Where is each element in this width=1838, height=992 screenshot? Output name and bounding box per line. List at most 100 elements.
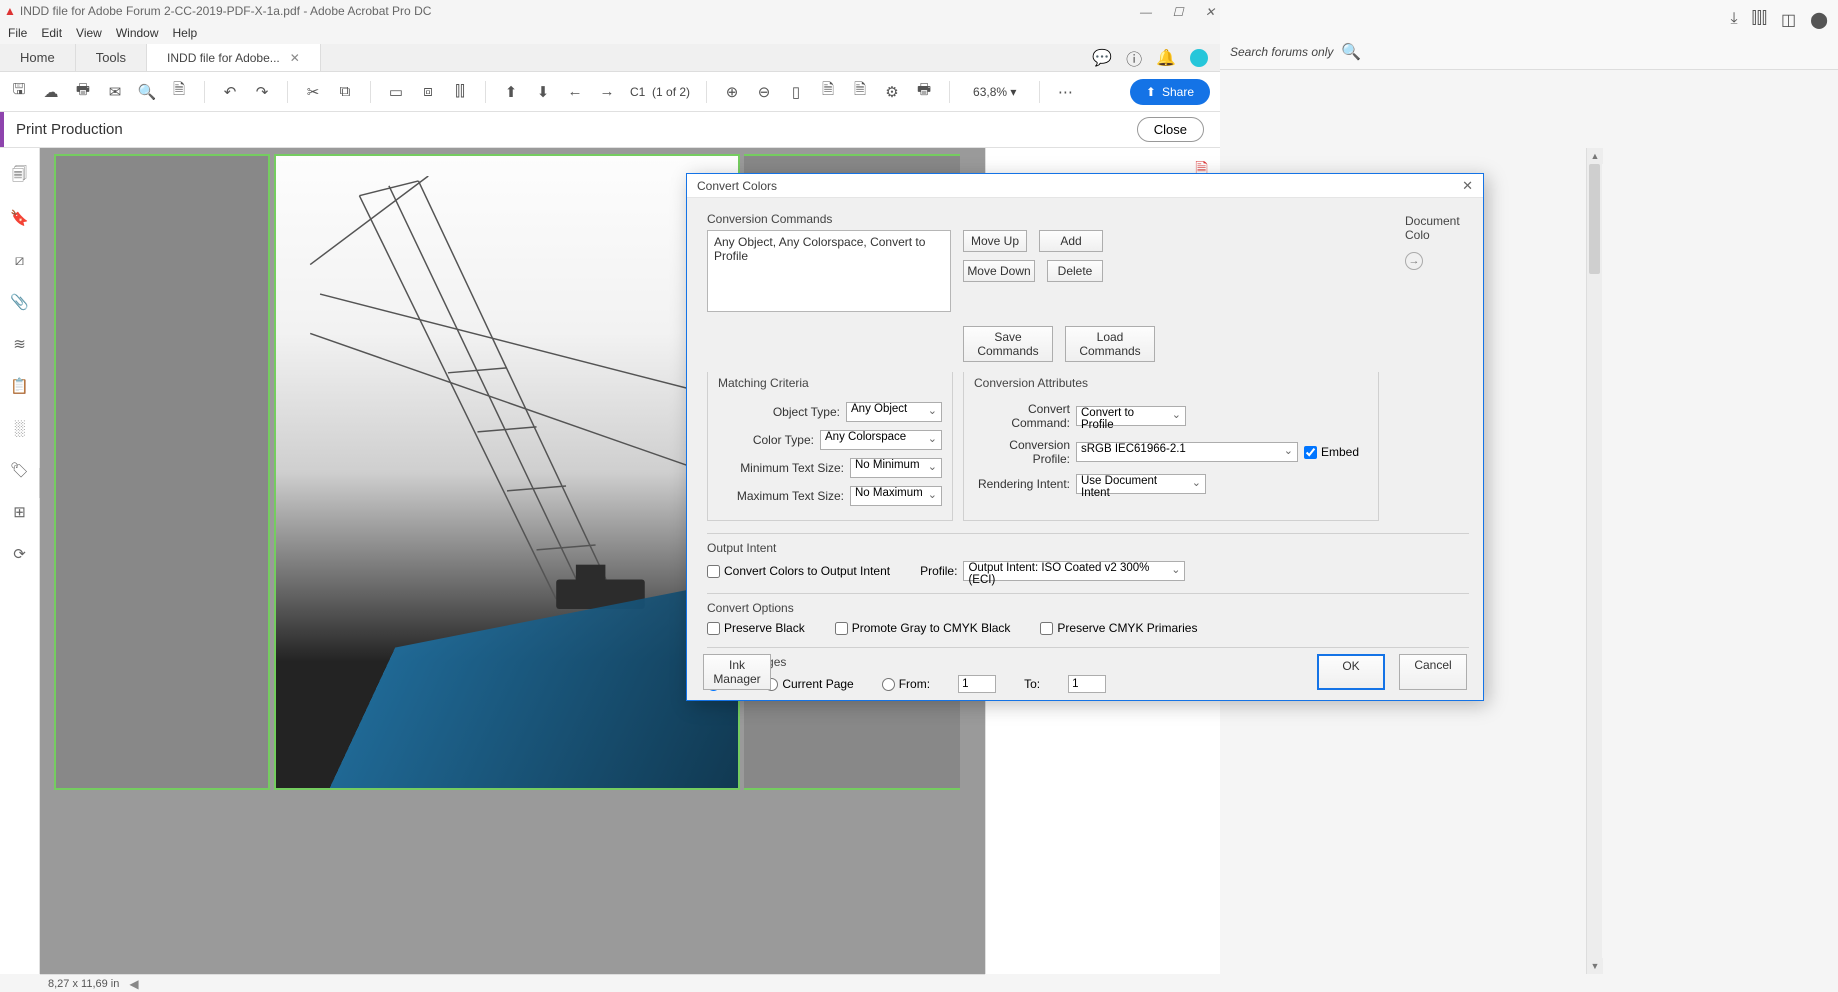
embed-checkbox-input[interactable] [1304, 446, 1317, 459]
up-arrow-icon[interactable]: ⬆ [502, 83, 520, 101]
ok-button[interactable]: OK [1317, 654, 1385, 690]
page-icon-3[interactable]: 🗎 [851, 83, 869, 101]
menu-file[interactable]: File [8, 26, 27, 40]
page-fit-icon[interactable]: ▭ [387, 83, 405, 101]
search-icon[interactable]: 🔍 [1341, 42, 1361, 62]
promote-gray-input[interactable] [835, 622, 848, 635]
convert-to-output-checkbox[interactable]: Convert Colors to Output Intent [707, 564, 890, 578]
menu-window[interactable]: Window [116, 26, 159, 40]
move-down-button[interactable]: Move Down [963, 260, 1035, 282]
tab-home[interactable]: Home [0, 44, 76, 71]
preserve-black-input[interactable] [707, 622, 720, 635]
page-number[interactable]: C1 (1 of 2) [630, 85, 690, 99]
tags-icon[interactable]: 🏷 [10, 460, 30, 480]
tree-icon[interactable]: ⊞ [10, 502, 30, 522]
print-icon[interactable]: 🖶 [74, 83, 92, 101]
copy-icon[interactable]: ⧉ [336, 83, 354, 101]
close-button[interactable]: ✕ [1204, 5, 1216, 17]
magnify-icon[interactable]: 🔍 [138, 83, 156, 101]
cut-icon[interactable]: ✂ [304, 83, 322, 101]
download-icon[interactable]: ⤓ [1731, 10, 1738, 30]
more-icon[interactable]: ⋯ [1056, 83, 1074, 101]
hand-tool-icon[interactable]: ⊕ [723, 83, 741, 101]
colorful-ext-icon[interactable]: ⬤ [1810, 10, 1828, 30]
save-commands-button[interactable]: Save Commands [963, 326, 1053, 362]
preserve-black-checkbox[interactable]: Preserve Black [707, 621, 805, 635]
page-tool-icon[interactable]: 🗎 [170, 83, 188, 101]
menu-edit[interactable]: Edit [41, 26, 62, 40]
two-page-icon[interactable]: ⫿⫿ [451, 83, 469, 101]
command-entry[interactable]: Any Object, Any Colorspace, Convert to P… [714, 235, 944, 263]
cloud-icon[interactable]: ☁ [42, 83, 60, 101]
convert-to-output-checkbox-input[interactable] [707, 565, 720, 578]
convert-panel-icon[interactable]: ⟳ [10, 544, 30, 564]
snapshot-icon[interactable]: ⧈ [419, 83, 437, 101]
cancel-button[interactable]: Cancel [1399, 654, 1467, 690]
scroll-down-icon[interactable]: ▼ [1587, 958, 1603, 974]
min-text-select[interactable]: No Minimum [850, 458, 942, 478]
notification-icon[interactable]: 🔔 [1156, 48, 1176, 68]
statusbar-scroll-left-icon[interactable]: ◀ [129, 977, 138, 991]
library-icon[interactable]: ⫿⫿⫿ [1752, 10, 1767, 30]
undo-icon[interactable]: ↶ [221, 83, 239, 101]
tab-document[interactable]: INDD file for Adobe... ✕ [147, 44, 321, 71]
chat-icon[interactable]: 💬 [1092, 48, 1112, 68]
close-tab-icon[interactable]: ✕ [290, 51, 300, 65]
max-text-select[interactable]: No Maximum [850, 486, 942, 506]
single-page-icon[interactable]: ▯ [787, 83, 805, 101]
output-intent-section: Output Intent Convert Colors to Output I… [707, 533, 1469, 581]
menu-view[interactable]: View [76, 26, 102, 40]
pages-panel-icon[interactable]: 🗐 [10, 166, 30, 186]
mode-close-button[interactable]: Close [1137, 117, 1204, 142]
output-profile-select[interactable]: Output Intent: ISO Coated v2 300% (ECI) [963, 561, 1185, 581]
add-button[interactable]: Add [1039, 230, 1103, 252]
color-panel-icon[interactable]: ░ [10, 418, 30, 438]
minimize-button[interactable]: — [1140, 5, 1152, 17]
tab-tools[interactable]: Tools [76, 44, 147, 71]
delete-button[interactable]: Delete [1047, 260, 1103, 282]
convert-command-select[interactable]: Convert to Profile [1076, 406, 1186, 426]
conversion-profile-select[interactable]: sRGB IEC61966-2.1 [1076, 442, 1298, 462]
preserve-cmyk-input[interactable] [1040, 622, 1053, 635]
down-arrow-icon[interactable]: ⬇ [534, 83, 552, 101]
clipboard-icon[interactable]: 📋 [10, 376, 30, 396]
maximize-button[interactable]: ☐ [1172, 5, 1184, 17]
object-type-select[interactable]: Any Object [846, 402, 942, 422]
help-icon[interactable]: ⓘ [1126, 46, 1142, 70]
attachments-icon[interactable]: 📎 [10, 292, 30, 312]
move-up-button[interactable]: Move Up [963, 230, 1027, 252]
color-type-select[interactable]: Any Colorspace [820, 430, 942, 450]
layers-icon[interactable]: ≋ [10, 334, 30, 354]
prev-page-icon[interactable]: ← [566, 83, 584, 101]
share-button[interactable]: ⬆ Share [1130, 79, 1210, 105]
page-settings-icon[interactable]: ⚙ [883, 83, 901, 101]
preserve-cmyk-checkbox[interactable]: Preserve CMYK Primaries [1040, 621, 1197, 635]
zoom-level[interactable]: 63,8% ▾ [966, 82, 1023, 102]
ruler-icon[interactable]: ⧄ [10, 250, 30, 270]
scroll-thumb[interactable] [1589, 164, 1600, 274]
redo-icon[interactable]: ↷ [253, 83, 271, 101]
rendering-intent-select[interactable]: Use Document Intent [1076, 474, 1206, 494]
load-commands-button[interactable]: Load Commands [1065, 326, 1155, 362]
avatar[interactable] [1190, 49, 1208, 67]
print-setup-icon[interactable]: 🖶 [915, 83, 933, 101]
refresh-icon[interactable]: → [1405, 252, 1423, 270]
sidebar-icon[interactable]: ◫ [1781, 10, 1796, 30]
next-page-icon[interactable]: → [598, 83, 616, 101]
mail-icon[interactable]: ✉ [106, 83, 124, 101]
promote-gray-checkbox[interactable]: Promote Gray to CMYK Black [835, 621, 1011, 635]
search-forums[interactable]: Search forums only 🔍 [1230, 42, 1361, 62]
dialog-close-icon[interactable]: ✕ [1462, 178, 1473, 194]
vertical-scrollbar[interactable]: ▲ ▼ [1586, 148, 1602, 974]
embed-checkbox[interactable]: Embed [1304, 445, 1359, 459]
zoom-out-icon[interactable]: ⊖ [755, 83, 773, 101]
menu-help[interactable]: Help [173, 26, 198, 40]
scroll-up-icon[interactable]: ▲ [1587, 148, 1603, 164]
ink-manager-button[interactable]: Ink Manager [703, 654, 771, 690]
page-icon-2[interactable]: 🗎 [819, 83, 837, 101]
bookmark-icon[interactable]: 🔖 [10, 208, 30, 228]
save-icon[interactable]: 🖫 [10, 83, 28, 101]
commands-list[interactable]: Any Object, Any Colorspace, Convert to P… [707, 230, 951, 312]
promote-gray-label: Promote Gray to CMYK Black [852, 621, 1011, 635]
tab-document-label: INDD file for Adobe... [167, 51, 280, 65]
